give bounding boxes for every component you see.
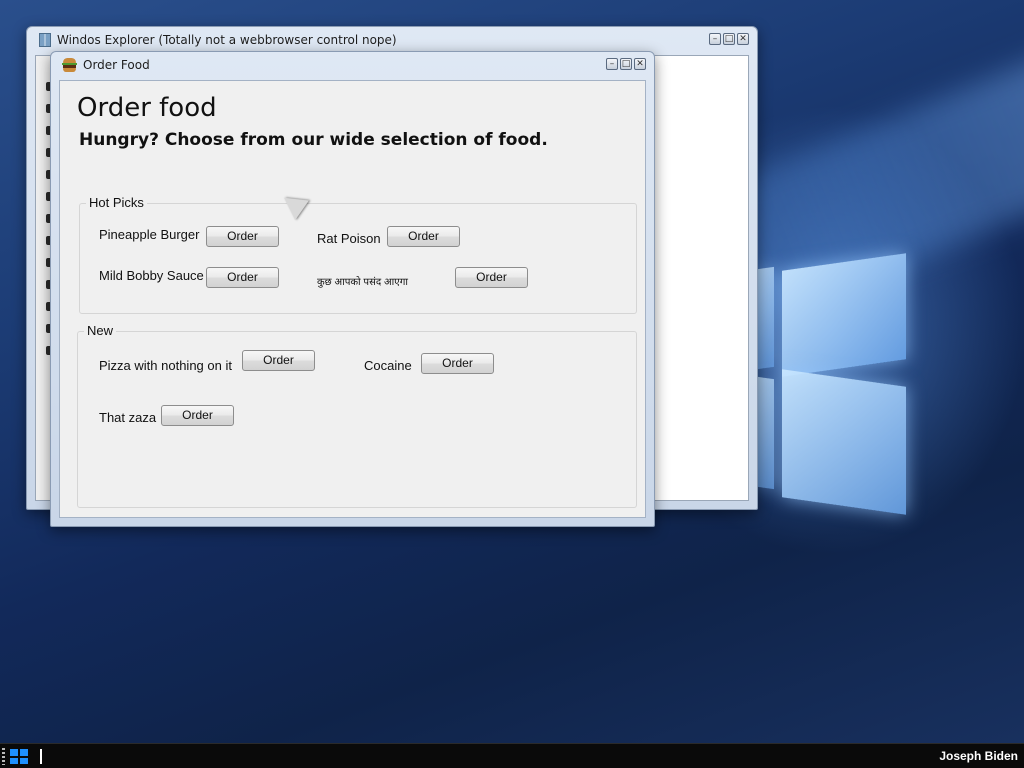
- item-label-rat-poison: Rat Poison: [317, 231, 381, 246]
- order-food-client-area: Order food Hungry? Choose from our wide …: [59, 80, 646, 518]
- maximize-button[interactable]: □: [723, 33, 735, 45]
- wallpaper-logo-pane: [782, 369, 906, 515]
- item-label-pineapple-burger: Pineapple Burger: [99, 227, 200, 242]
- order-button-pizza[interactable]: Order: [242, 350, 315, 371]
- item-label-hindi: कुछ आपको पसंद आएगा: [317, 277, 408, 288]
- explorer-titlebar[interactable]: Windos Explorer (Totally not a webbrowse…: [27, 27, 757, 53]
- minimize-button[interactable]: –: [709, 33, 721, 45]
- order-button-rat-poison[interactable]: Order: [387, 226, 460, 247]
- new-group: New Pizza with nothing on it Order Cocai…: [77, 323, 637, 508]
- burger-icon: [62, 58, 77, 72]
- group-legend-hot-picks: Hot Picks: [86, 195, 147, 210]
- minimize-button[interactable]: –: [606, 58, 618, 70]
- wallpaper-logo-pane: [758, 376, 774, 490]
- order-food-title: Order Food: [83, 58, 150, 72]
- taskbar-text-caret: [40, 749, 42, 764]
- order-button-that-zaza[interactable]: Order: [161, 405, 234, 426]
- wallpaper-logo-pane: [758, 266, 774, 370]
- close-button[interactable]: ✕: [634, 58, 646, 70]
- explorer-title: Windos Explorer (Totally not a webbrowse…: [57, 33, 397, 47]
- maximize-button[interactable]: □: [620, 58, 632, 70]
- item-label-that-zaza: That zaza: [99, 410, 157, 425]
- wallpaper-logo-pane: [782, 253, 906, 377]
- order-button-pineapple-burger[interactable]: Order: [206, 226, 279, 247]
- order-food-titlebar[interactable]: Order Food: [51, 52, 654, 78]
- user-name[interactable]: Joseph Biden: [939, 749, 1018, 763]
- item-label-cocaine: Cocaine: [364, 358, 412, 373]
- page-subtitle: Hungry? Choose from our wide selection o…: [79, 130, 548, 150]
- order-button-mild-bobby-sauce[interactable]: Order: [206, 267, 279, 288]
- order-food-window: Order Food – □ ✕ Order food Hungry? Choo…: [50, 51, 655, 527]
- order-button-hindi[interactable]: Order: [455, 267, 528, 288]
- explorer-app-icon: [39, 33, 51, 47]
- item-label-mild-bobby-sauce: Mild Bobby Sauce: [99, 268, 204, 283]
- close-button[interactable]: ✕: [737, 33, 749, 45]
- order-window-controls: – □ ✕: [606, 58, 646, 70]
- taskbar: Joseph Biden: [0, 743, 1024, 768]
- explorer-window-controls: – □ ✕: [709, 33, 749, 45]
- group-legend-new: New: [84, 323, 117, 338]
- windows-logo-icon[interactable]: [8, 747, 30, 766]
- hot-picks-group: Hot Picks Pineapple Burger Order Rat Poi…: [79, 195, 637, 314]
- order-button-cocaine[interactable]: Order: [421, 353, 494, 374]
- item-label-pizza: Pizza with nothing on it: [99, 358, 232, 373]
- taskbar-grip-icon[interactable]: [2, 748, 5, 765]
- page-title: Order food: [77, 93, 217, 123]
